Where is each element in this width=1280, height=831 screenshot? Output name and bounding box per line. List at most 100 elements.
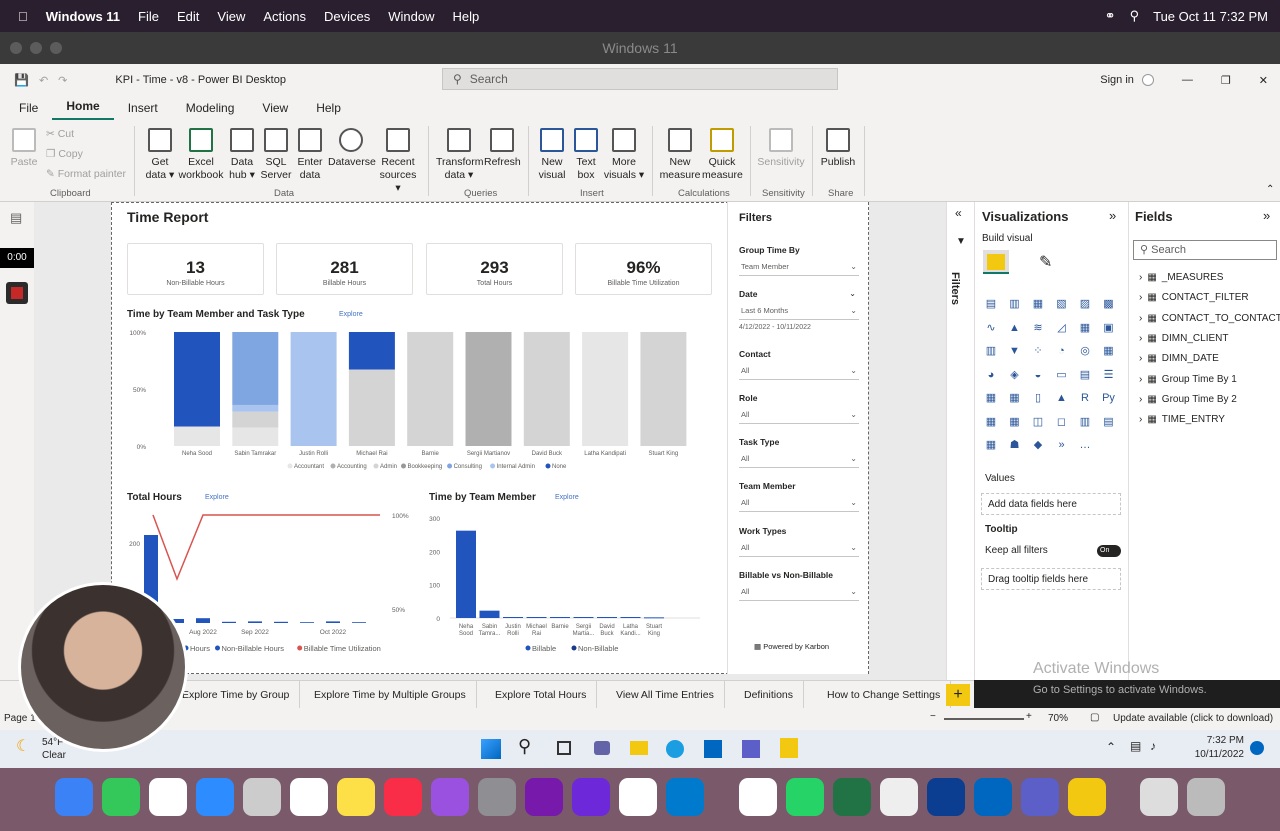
- avatar[interactable]: [1141, 74, 1154, 86]
- add-page-button[interactable]: +: [946, 684, 970, 706]
- visual-type-icon[interactable]: ▯: [1030, 390, 1046, 406]
- teams-chat-icon[interactable]: [594, 741, 610, 755]
- copy-button[interactable]: ❐ Copy: [46, 148, 83, 161]
- explore-link[interactable]: Explore: [339, 311, 363, 318]
- messages-icon[interactable]: [102, 778, 140, 816]
- chrome-icon[interactable]: [149, 778, 187, 816]
- tab-help[interactable]: Help: [302, 97, 355, 120]
- close-icon[interactable]: ✕: [1259, 74, 1268, 87]
- mac-menu-edit[interactable]: Edit: [177, 9, 199, 24]
- work-types-dropdown[interactable]: All ⌄: [739, 543, 859, 557]
- kpi-card[interactable]: 13 Non-Billable Hours: [127, 243, 264, 295]
- group-time-by-dropdown[interactable]: Team Member ⌄: [739, 262, 859, 276]
- visual-type-icon[interactable]: ▲: [1007, 320, 1023, 336]
- mac-menu-file[interactable]: File: [138, 9, 159, 24]
- power-bi-icon[interactable]: [780, 738, 798, 758]
- values-well[interactable]: Add data fields here: [981, 493, 1121, 515]
- taskbar-time[interactable]: 7:32 PM: [1196, 735, 1244, 746]
- page-tab[interactable]: Explore Time by Multiple Groups: [304, 681, 477, 709]
- report-view-icon[interactable]: ▤: [10, 210, 22, 226]
- tab-insert[interactable]: Insert: [114, 97, 172, 120]
- field-table-item[interactable]: › ▦ DIMN_CLIENT: [1139, 333, 1228, 344]
- visual-type-icon[interactable]: ▥: [1007, 296, 1023, 312]
- sign-in-link[interactable]: Sign in: [1100, 74, 1134, 86]
- slack-icon[interactable]: [619, 778, 657, 816]
- filters-pane-collapsed[interactable]: « ▼ Filters: [946, 202, 974, 680]
- apple-icon[interactable]: : [18, 9, 28, 24]
- visual-type-icon[interactable]: R: [1077, 390, 1093, 406]
- page-tab[interactable]: View All Time Entries: [606, 681, 725, 709]
- file-explorer-icon[interactable]: [630, 741, 648, 755]
- visual-type-icon[interactable]: ▥: [983, 343, 999, 359]
- collapse-icon[interactable]: »: [1263, 208, 1270, 223]
- visual-type-icon[interactable]: ◔: [1054, 343, 1070, 359]
- page-tab[interactable]: Explore Total Hours: [485, 681, 598, 709]
- chevron-up-icon[interactable]: ⌃: [1106, 740, 1116, 754]
- volume-icon[interactable]: ♪: [1150, 739, 1156, 753]
- explore-link[interactable]: Explore: [555, 494, 579, 501]
- text-box-button[interactable]: Text box: [570, 124, 602, 182]
- visual-type-icon[interactable]: ☰: [1101, 367, 1117, 383]
- mac-app-name[interactable]: Windows 11: [46, 9, 120, 24]
- visual-type-icon[interactable]: ▦: [983, 390, 999, 406]
- tab-view[interactable]: View: [248, 97, 302, 120]
- field-table-item[interactable]: › ▦ DIMN_DATE: [1139, 353, 1219, 364]
- mac-menu-help[interactable]: Help: [453, 9, 480, 24]
- new-measure-button[interactable]: New measure: [658, 124, 702, 182]
- undo-icon[interactable]: ↶: [39, 74, 48, 87]
- keep-filters-toggle[interactable]: On: [1097, 545, 1121, 557]
- vscode-icon[interactable]: [666, 778, 704, 816]
- visual-type-icon[interactable]: ◒: [1030, 367, 1046, 383]
- visual-type-icon[interactable]: ▨: [1077, 296, 1093, 312]
- kpi-card[interactable]: 281 Billable Hours: [276, 243, 413, 295]
- power-bi-icon[interactable]: [1068, 778, 1106, 816]
- mac-menu-actions[interactable]: Actions: [263, 9, 306, 24]
- tab-file[interactable]: File: [5, 97, 52, 120]
- mac-menu-window[interactable]: Window: [388, 9, 434, 24]
- visual-type-icon[interactable]: …: [1077, 437, 1093, 453]
- build-visual-tab[interactable]: [983, 250, 1009, 274]
- recent-sources-button[interactable]: Recent sources ▾: [376, 124, 420, 195]
- quick-measure-button[interactable]: Quick measure: [702, 124, 743, 182]
- mac-clock[interactable]: Tue Oct 11 7:32 PM: [1153, 9, 1268, 24]
- field-table-item[interactable]: › ▦ TIME_ENTRY: [1139, 414, 1225, 425]
- tab-modeling[interactable]: Modeling: [172, 97, 249, 120]
- expand-icon[interactable]: «: [955, 206, 962, 220]
- visual-type-icon[interactable]: ▦: [983, 414, 999, 430]
- visual-type-icon[interactable]: ▦: [1007, 414, 1023, 430]
- visual-type-icon[interactable]: ◿: [1054, 320, 1070, 336]
- zoom-dot[interactable]: [50, 42, 62, 54]
- cut-button[interactable]: ✂ Cut: [46, 128, 74, 141]
- taskbar-date[interactable]: 10/11/2022: [1186, 749, 1244, 760]
- music-icon[interactable]: [384, 778, 422, 816]
- search-icon[interactable]: ⚲: [1130, 8, 1140, 24]
- visual-type-icon[interactable]: ▩: [1101, 296, 1117, 312]
- zoom-in-icon[interactable]: +: [1026, 711, 1032, 722]
- visual-type-icon[interactable]: Py: [1101, 390, 1117, 406]
- explore-link[interactable]: Explore: [205, 494, 229, 501]
- whatsapp-icon[interactable]: [786, 778, 824, 816]
- sensitivity-button[interactable]: Sensitivity: [756, 124, 806, 169]
- script-editor-icon[interactable]: [880, 778, 918, 816]
- close-dot[interactable]: [10, 42, 22, 54]
- visual-type-icon[interactable]: ◈: [1007, 367, 1023, 383]
- page-tab[interactable]: Definitions: [734, 681, 805, 709]
- sql-server-button[interactable]: SQL Server: [260, 124, 292, 182]
- data-hub-button[interactable]: Data hub ▾: [226, 124, 258, 182]
- visual-type-icon[interactable]: ◆: [1030, 437, 1046, 453]
- visual-type-icon[interactable]: »: [1054, 437, 1070, 453]
- refresh-button[interactable]: Refresh: [484, 124, 521, 169]
- excel-icon[interactable]: [833, 778, 871, 816]
- paste-button[interactable]: Paste: [8, 124, 40, 169]
- search-input[interactable]: ⚲ Search: [442, 68, 838, 90]
- field-table-item[interactable]: › ▦ Group Time By 2: [1139, 394, 1237, 405]
- visual-type-icon[interactable]: ◎: [1077, 343, 1093, 359]
- visual-type-icon[interactable]: ▲: [1054, 390, 1070, 406]
- visual-type-icon[interactable]: ▦: [1077, 320, 1093, 336]
- teams-icon[interactable]: [742, 740, 760, 758]
- visual-type-icon[interactable]: ▦: [1007, 390, 1023, 406]
- launchpad-icon[interactable]: [243, 778, 281, 816]
- fields-search-input[interactable]: ⚲ Search: [1133, 240, 1277, 260]
- page-tab[interactable]: Explore Time by Group: [172, 681, 301, 709]
- teams-icon[interactable]: [1021, 778, 1059, 816]
